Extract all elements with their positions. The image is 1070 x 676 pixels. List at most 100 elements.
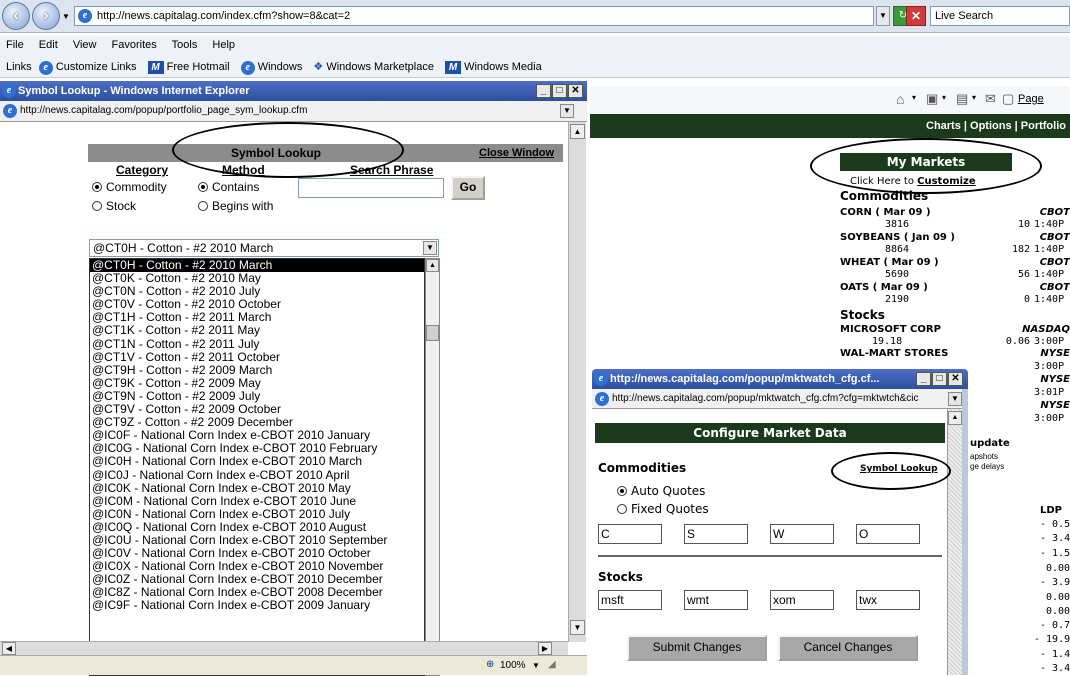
close-window-link[interactable]: Close Window bbox=[479, 144, 554, 162]
address-dropdown-icon[interactable]: ▼ bbox=[948, 392, 962, 406]
search-phrase-input[interactable] bbox=[298, 178, 444, 198]
list-item[interactable]: @IC0Q - National Corn Index e-CBOT 2010 … bbox=[90, 520, 424, 534]
list-item[interactable]: @IC0M - National Corn Index e-CBOT 2010 … bbox=[90, 494, 424, 508]
symbol-results-list[interactable]: @CT0H - Cotton - #2 2010 March @CT0K - C… bbox=[89, 258, 425, 676]
method-contains-option[interactable]: Contains bbox=[198, 180, 259, 194]
zoom-level[interactable]: 100% bbox=[500, 660, 526, 671]
search-input[interactable]: Live Search bbox=[930, 6, 1070, 26]
method-begins-option[interactable]: Begins with bbox=[198, 199, 273, 213]
market-name[interactable]: SOYBEANS ( Jan 09 ) bbox=[840, 232, 955, 243]
page-scrollbar[interactable]: ▲ ▼ bbox=[568, 122, 586, 642]
page-icon[interactable]: ▢ bbox=[1002, 91, 1014, 107]
read-mail-icon[interactable]: ✉ bbox=[985, 91, 996, 107]
maximize-button[interactable]: □ bbox=[932, 372, 947, 386]
address-dropdown-icon[interactable]: ▼ bbox=[876, 6, 890, 26]
zoom-icon[interactable]: ⊕ bbox=[486, 659, 494, 670]
list-item[interactable]: @IC0N - National Corn Index e-CBOT 2010 … bbox=[90, 507, 424, 521]
scroll-up-icon[interactable]: ▲ bbox=[426, 259, 439, 272]
list-item[interactable]: @IC0K - National Corn Index e-CBOT 2010 … bbox=[90, 481, 424, 495]
config-scrollbar[interactable]: ▲ bbox=[947, 409, 962, 675]
list-item[interactable]: @IC0H - National Corn Index e-CBOT 2010 … bbox=[90, 455, 424, 468]
commodity-field-1[interactable]: C bbox=[598, 524, 662, 544]
list-item[interactable]: @CT1N - Cotton - #2 2011 July bbox=[90, 337, 424, 351]
forward-button[interactable]: › bbox=[32, 2, 60, 30]
radio-selected-icon[interactable] bbox=[198, 182, 208, 192]
feeds-dropdown-icon[interactable]: ▾ bbox=[942, 93, 946, 102]
commodity-field-3[interactable]: W bbox=[770, 524, 834, 544]
commodity-field-2[interactable]: S bbox=[684, 524, 748, 544]
scroll-thumb[interactable] bbox=[426, 325, 439, 341]
list-item[interactable]: @CT1K - Cotton - #2 2011 May bbox=[90, 324, 424, 337]
scroll-down-icon[interactable]: ▼ bbox=[570, 620, 585, 635]
stock-field-4[interactable]: twx bbox=[856, 590, 920, 610]
auto-quotes-option[interactable]: Auto Quotes bbox=[617, 484, 705, 498]
symbol-select[interactable]: @CT0H - Cotton - #2 2010 March ▼ bbox=[89, 239, 439, 257]
category-commodity-option[interactable]: Commodity bbox=[92, 180, 167, 194]
menu-view[interactable]: View bbox=[73, 39, 97, 51]
market-name[interactable]: OATS ( Mar 09 ) bbox=[840, 282, 928, 293]
symbol-popup-titlebar[interactable]: e Symbol Lookup - Windows Internet Explo… bbox=[0, 81, 587, 101]
category-stock-option[interactable]: Stock bbox=[92, 199, 136, 213]
radio-icon[interactable] bbox=[198, 201, 208, 211]
stop-icon[interactable]: ✕ bbox=[906, 6, 926, 26]
home-icon[interactable]: ⌂ bbox=[896, 91, 904, 107]
chevron-down-icon[interactable]: ▼ bbox=[423, 241, 437, 255]
submit-changes-button[interactable]: Submit Changes bbox=[627, 635, 767, 661]
close-button[interactable]: ✕ bbox=[568, 84, 583, 98]
radio-icon[interactable] bbox=[92, 201, 102, 211]
link-windows-marketplace[interactable]: Windows Marketplace bbox=[326, 61, 434, 73]
scroll-right-icon[interactable]: ▶ bbox=[538, 642, 552, 655]
list-item[interactable]: @CT9K - Cotton - #2 2009 May bbox=[90, 376, 424, 390]
cancel-changes-button[interactable]: Cancel Changes bbox=[778, 635, 918, 661]
link-free-hotmail[interactable]: Free Hotmail bbox=[167, 61, 230, 73]
stock-field-3[interactable]: xom bbox=[770, 590, 834, 610]
config-popup-addressbar[interactable]: e http://news.capitalag.com/popup/mktwat… bbox=[592, 389, 968, 409]
feeds-icon[interactable]: ▣ bbox=[926, 91, 938, 107]
stock-field-2[interactable]: wmt bbox=[684, 590, 748, 610]
radio-selected-icon[interactable] bbox=[92, 182, 102, 192]
link-windows[interactable]: Windows bbox=[258, 61, 303, 73]
menu-help[interactable]: Help bbox=[212, 39, 235, 51]
stock-field-1[interactable]: msft bbox=[598, 590, 662, 610]
history-dropdown-icon[interactable]: ▼ bbox=[62, 12, 70, 21]
market-name[interactable]: WHEAT ( Mar 09 ) bbox=[840, 257, 939, 268]
scroll-up-icon[interactable]: ▲ bbox=[570, 124, 585, 139]
scroll-left-icon[interactable]: ◀ bbox=[2, 642, 16, 655]
list-item[interactable]: @IC0J - National Corn Index e-CBOT 2010 … bbox=[90, 468, 424, 482]
back-button[interactable]: ‹ bbox=[2, 2, 30, 30]
market-name[interactable]: CORN ( Mar 09 ) bbox=[840, 207, 931, 218]
link-windows-media[interactable]: Windows Media bbox=[464, 61, 542, 73]
menu-edit[interactable]: Edit bbox=[39, 39, 58, 51]
menu-file[interactable]: File bbox=[6, 39, 24, 51]
minimize-button[interactable]: _ bbox=[916, 372, 931, 386]
list-item[interactable]: @CT9H - Cotton - #2 2009 March bbox=[90, 363, 424, 377]
print-icon[interactable]: ▤ bbox=[956, 91, 968, 107]
menu-tools[interactable]: Tools bbox=[172, 39, 198, 51]
print-dropdown-icon[interactable]: ▾ bbox=[972, 93, 976, 102]
market-name[interactable]: WAL-MART STORES bbox=[840, 348, 948, 359]
config-popup-titlebar[interactable]: e http://news.capitalag.com/popup/mktwat… bbox=[592, 369, 968, 389]
resize-grip-icon[interactable]: ◢ bbox=[548, 659, 556, 670]
address-bar[interactable]: e http://news.capitalag.com/index.cfm?sh… bbox=[74, 6, 874, 26]
link-customize-links[interactable]: Customize Links bbox=[56, 61, 137, 73]
zoom-dropdown-icon[interactable]: ▼ bbox=[532, 661, 540, 670]
menu-favorites[interactable]: Favorites bbox=[112, 39, 157, 51]
list-item[interactable]: @CT1V - Cotton - #2 2011 October bbox=[90, 350, 424, 364]
commodity-field-4[interactable]: O bbox=[856, 524, 920, 544]
radio-selected-icon[interactable] bbox=[617, 486, 627, 496]
radio-icon[interactable] bbox=[617, 504, 627, 514]
site-nav[interactable]: Charts | Options | Portfolio bbox=[590, 114, 1070, 138]
market-name[interactable]: MICROSOFT CORP bbox=[840, 324, 941, 335]
fixed-quotes-option[interactable]: Fixed Quotes bbox=[617, 502, 709, 516]
page-menu[interactable]: Page bbox=[1018, 93, 1044, 105]
list-item[interactable]: @IC9F - National Corn Index e-CBOT 2009 … bbox=[90, 599, 424, 612]
horizontal-scrollbar[interactable]: ◀ ▶ bbox=[0, 641, 568, 655]
minimize-button[interactable]: _ bbox=[536, 84, 551, 98]
address-dropdown-icon[interactable]: ▼ bbox=[560, 104, 574, 118]
close-button[interactable]: ✕ bbox=[948, 372, 963, 386]
list-scrollbar[interactable]: ▲ bbox=[425, 258, 440, 676]
home-dropdown-icon[interactable]: ▾ bbox=[912, 93, 916, 102]
symbol-popup-addressbar[interactable]: e http://news.capitalag.com/popup/portfo… bbox=[0, 101, 587, 122]
go-button[interactable]: Go bbox=[451, 176, 485, 200]
scroll-up-icon[interactable]: ▲ bbox=[948, 411, 962, 425]
